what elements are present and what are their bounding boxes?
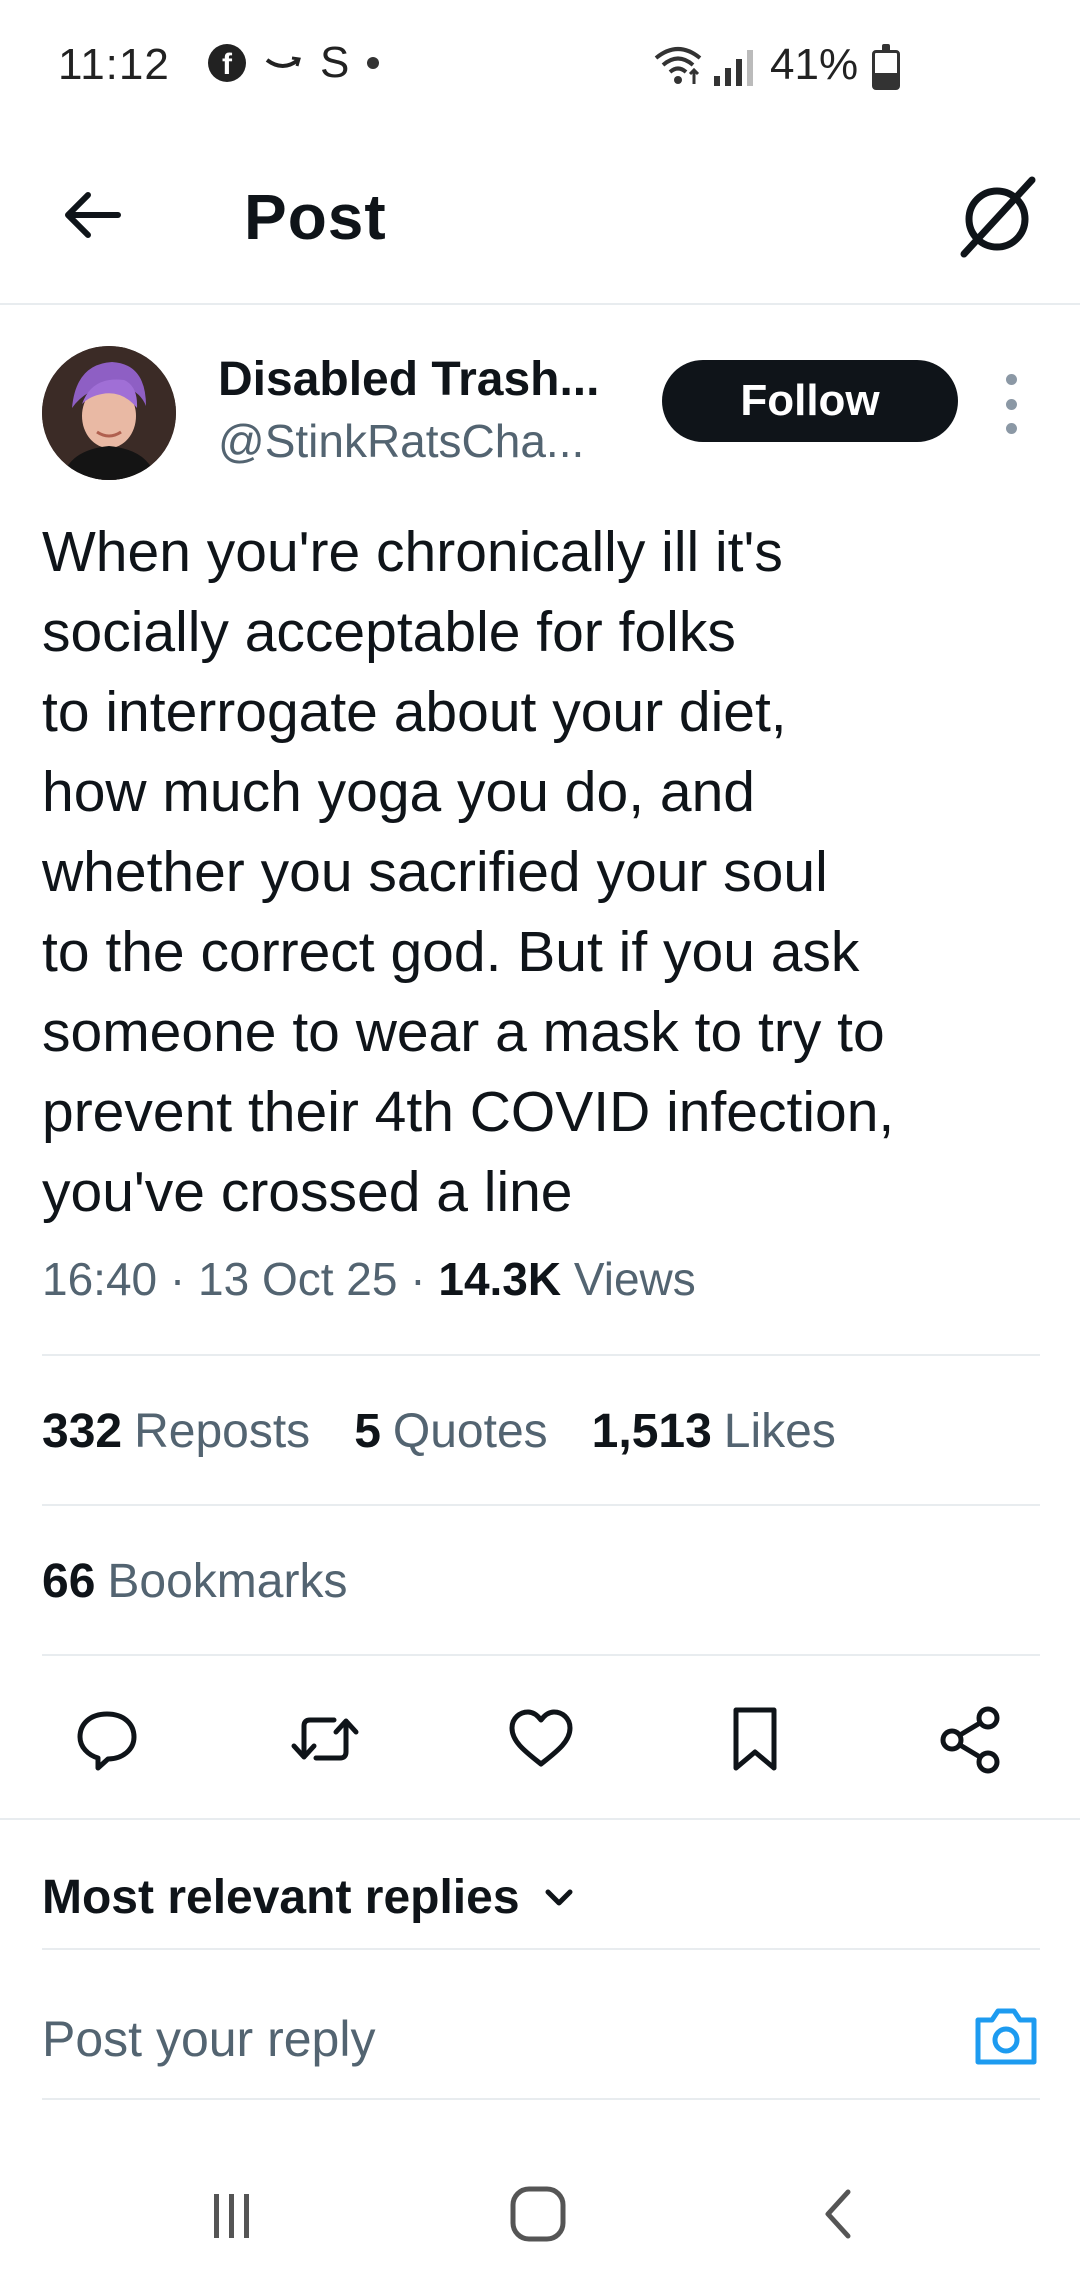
battery-icon [872, 44, 900, 90]
quotes-stat[interactable]: 5 Quotes [354, 1404, 547, 1459]
recents-icon [214, 2194, 249, 2238]
facebook-icon: f [208, 44, 246, 82]
replies-sort-label: Most relevant replies [42, 1871, 520, 1924]
page-title: Post [244, 181, 387, 253]
post-date: 13 Oct 25 [198, 1253, 398, 1305]
chevron-down-icon [545, 1889, 573, 1905]
reply-composer[interactable]: Post your reply [42, 2000, 1040, 2096]
more-options-button[interactable] [996, 374, 1026, 434]
reply-button[interactable] [68, 1700, 146, 1778]
reposts-stat[interactable]: 332 Reposts [42, 1404, 310, 1459]
divider [42, 1654, 1040, 1656]
share-icon [940, 1706, 1000, 1774]
quotes-count: 5 [354, 1405, 381, 1458]
reply-icon [77, 1711, 137, 1771]
quotes-label: Quotes [392, 1405, 548, 1458]
meta-separator: · [410, 1253, 426, 1305]
status-time: 11:12 [58, 40, 170, 89]
battery-fill [875, 73, 897, 87]
post-meta: 16:40 · 13 Oct 25 · 14.3K Views [42, 1252, 696, 1306]
home-button[interactable] [498, 2174, 578, 2254]
divider [0, 1818, 1080, 1820]
divider [42, 1948, 1040, 1950]
views-label[interactable]: Views [574, 1253, 696, 1305]
wifi-icon [652, 44, 704, 91]
camera-button[interactable] [972, 2004, 1040, 2068]
more-dot [1005, 423, 1017, 434]
divider [42, 1504, 1040, 1506]
back-nav-button[interactable] [800, 2174, 880, 2254]
bookmark-icon [733, 1707, 777, 1771]
author-handle[interactable]: @StinkRatsCha... [218, 414, 584, 468]
repost-icon [291, 1717, 359, 1761]
post-time: 16:40 [42, 1253, 158, 1305]
status-bar: 11:12 f S 41% [0, 0, 1080, 140]
arrow-left-icon [65, 192, 121, 238]
repost-button[interactable] [286, 1700, 364, 1778]
like-icon [509, 1709, 573, 1767]
divider [42, 1354, 1040, 1356]
author-name[interactable]: Disabled Trash... [218, 352, 599, 407]
reposts-count: 332 [42, 1405, 123, 1458]
avatar[interactable] [42, 346, 176, 480]
likes-stat[interactable]: 1,513 Likes [592, 1404, 836, 1459]
grok-button[interactable] [952, 172, 1042, 262]
follow-button[interactable]: Follow [662, 360, 958, 442]
bookmarks-count: 66 [42, 1555, 96, 1608]
like-button[interactable] [502, 1700, 580, 1778]
battery-percent: 41% [770, 40, 859, 89]
skype-icon: S [320, 38, 350, 87]
more-dot [1005, 398, 1017, 410]
likes-count: 1,513 [591, 1405, 712, 1458]
back-icon [825, 2189, 851, 2239]
top-app-bar: Post [0, 150, 1080, 305]
replies-sort-dropdown[interactable]: Most relevant replies [42, 1870, 576, 1925]
recents-button[interactable] [192, 2174, 272, 2254]
divider [42, 2098, 1040, 2100]
notification-icons: f S [208, 38, 380, 87]
bookmarks-label: Bookmarks [107, 1555, 348, 1608]
dot-icon [367, 57, 380, 69]
post-text: When you're chronically ill it's sociall… [42, 520, 895, 1224]
back-button[interactable] [58, 180, 128, 250]
system-nav-bar [0, 2140, 1080, 2280]
amazon-icon [264, 44, 302, 82]
bookmark-button[interactable] [716, 1700, 794, 1778]
likes-label: Likes [723, 1405, 836, 1458]
reposts-label: Reposts [134, 1405, 311, 1458]
bookmarks-stat[interactable]: 66 Bookmarks [42, 1554, 347, 1609]
views-count: 14.3K [438, 1253, 562, 1305]
camera-icon [975, 2008, 1037, 2065]
grok-icon [960, 176, 1036, 258]
home-icon [510, 2186, 566, 2242]
share-button[interactable] [932, 1700, 1010, 1778]
signal-icon [712, 50, 756, 91]
action-bar [0, 1700, 1080, 1778]
reply-input[interactable]: Post your reply [42, 2010, 375, 2068]
meta-separator: · [169, 1253, 186, 1305]
stats-row: 332 Reposts 5 Quotes 1,513 Likes [42, 1404, 836, 1459]
more-dot [1005, 374, 1017, 385]
